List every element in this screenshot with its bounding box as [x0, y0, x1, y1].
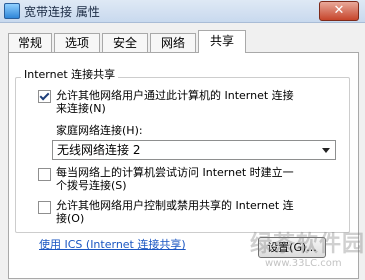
tab-security[interactable]: 安全: [102, 33, 148, 52]
dial-on-demand-checkbox[interactable]: [38, 168, 51, 181]
settings-button[interactable]: 设置(G)...: [258, 237, 326, 258]
tab-options[interactable]: 选项: [54, 33, 100, 52]
window-title: 宽带连接 属性: [24, 5, 100, 19]
dial-on-demand-label-line1: 每当网络上的计算机尝试访问 Internet 时建立一: [56, 166, 294, 179]
allow-control-label-line1: 允许其他网络用户控制或禁用共享的 Internet 连: [56, 199, 294, 212]
allow-share-label-line2: 来连接(N): [56, 102, 106, 115]
title-bar: 宽带连接 属性 ✕: [0, 0, 365, 23]
ics-help-link[interactable]: 使用 ICS (Internet 连接共享): [39, 236, 186, 252]
dial-on-demand-label-line2: 个拨号连接(S): [56, 179, 127, 192]
home-network-select[interactable]: 无线网络连接 2: [52, 140, 336, 160]
network-connection-icon: [4, 3, 20, 19]
chevron-down-icon: [322, 148, 330, 153]
home-network-value: 无线网络连接 2: [57, 143, 141, 157]
home-network-label: 家庭网络连接(H):: [56, 124, 143, 137]
allow-share-label-line1: 允许其他网络用户通过此计算机的 Internet 连接: [56, 89, 294, 102]
tab-general[interactable]: 常规: [8, 33, 52, 52]
allow-share-checkbox[interactable]: [38, 90, 51, 103]
allow-control-label-line2: 接(O): [56, 212, 85, 225]
close-button[interactable]: ✕: [319, 1, 359, 21]
ics-group-title: Internet 连接共享: [21, 66, 119, 82]
allow-control-checkbox[interactable]: [38, 201, 51, 214]
tab-networking[interactable]: 网络: [150, 33, 196, 52]
tab-sharing[interactable]: 共享: [198, 30, 246, 53]
